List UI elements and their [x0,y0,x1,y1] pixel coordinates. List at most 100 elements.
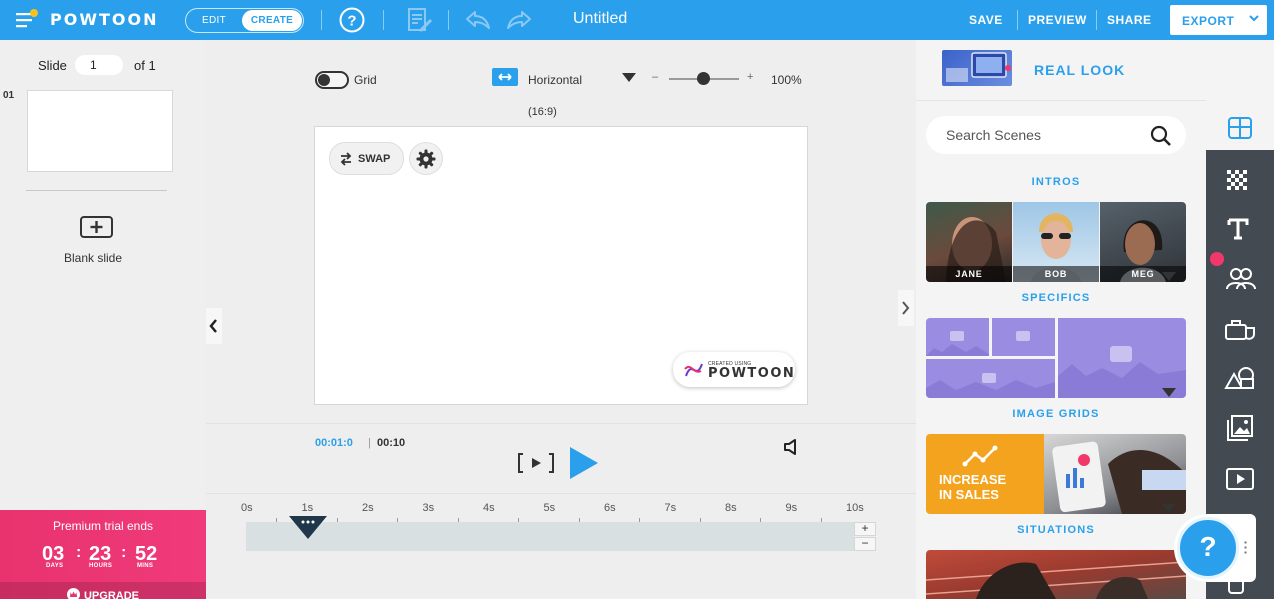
add-slide-icon[interactable] [80,216,113,238]
scene-card-situations[interactable] [926,550,1186,599]
promo-line-1: INCREASE [939,472,1007,487]
characters-icon[interactable] [1225,267,1257,291]
orientation-dropdown-icon[interactable] [622,73,636,83]
timeline-track[interactable] [246,522,854,551]
intro-jane: JANE [926,202,1012,282]
divider [206,493,916,494]
grid-label: Grid [354,73,377,87]
intro-meg: MEG [1100,202,1186,282]
slide-thumbnail[interactable] [27,90,173,172]
timeline-tick-label: 4s [483,502,495,514]
chevron-down-icon[interactable] [1162,272,1176,282]
timeline-tick-label: 10s [846,502,864,514]
timeline-zoom-out[interactable]: − [854,537,876,551]
promo-banner: INCREASE IN SALES [926,434,1044,514]
slide-number-input[interactable]: 1 [75,55,123,75]
total-duration[interactable]: 00:10 [377,437,405,449]
zoom-value: 100% [771,73,802,87]
orientation-icon[interactable] [492,68,518,86]
zoom-out-button[interactable]: – [652,71,658,83]
zoom-in-button[interactable]: + [747,71,753,83]
shapes-icon[interactable] [1224,366,1258,390]
play-scene-icon[interactable] [518,453,554,473]
record-indicator-icon[interactable] [1210,252,1224,266]
slide-count-label: of 1 [134,58,156,73]
upgrade-label: UPGRADE [83,590,139,599]
divider [1096,10,1097,30]
intro-bob: BOB [1013,202,1099,282]
undo-icon[interactable] [465,10,491,30]
trend-icon [962,445,998,467]
toolbar-scenes-tab[interactable] [1206,40,1274,150]
chevron-down-icon[interactable] [1162,504,1176,514]
search-scenes-field[interactable]: Search Scenes [926,116,1186,154]
timeline-zoom-in[interactable]: + [854,522,876,536]
orientation-label[interactable]: Horizontal [528,73,582,87]
upgrade-button[interactable]: UPGRADE [0,582,206,599]
redo-icon[interactable] [506,10,532,30]
chevron-left-icon [209,319,217,333]
chevron-down-icon[interactable] [1162,388,1176,398]
grid-toggle[interactable] [315,71,349,89]
countdown-hours-caption: HOURS [89,563,113,569]
props-icon[interactable] [1224,316,1258,342]
layout-icon[interactable] [1227,116,1253,140]
collapse-left-panel[interactable] [206,308,222,344]
aspect-ratio-label: (16:9) [528,106,557,118]
drag-handle-icon[interactable] [1244,540,1247,556]
countdown-separator: : [121,544,127,561]
search-input[interactable]: Search Scenes [946,127,1041,143]
mode-toggle[interactable]: EDIT CREATE [185,8,304,33]
images-icon[interactable] [1226,414,1254,442]
timeline-tick-label: 9s [785,502,798,514]
badge-logo: POWTOON [708,366,796,381]
volume-icon[interactable] [784,439,800,455]
promo-line-2: IN SALES [939,487,999,502]
scene-card-image-grids[interactable]: INCREASE IN SALES [926,434,1186,514]
mode-create-option[interactable]: CREATE [242,10,302,31]
help-icon[interactable]: ? [339,7,365,33]
divider [321,10,322,30]
slide-stage[interactable]: SWAP CREATED USING POWTOON [314,126,808,405]
scene-settings-button[interactable] [409,142,443,175]
editor-canvas-area: Grid Horizontal – + 100% (16:9) SWAP CRE… [206,40,916,599]
mode-edit-option[interactable]: EDIT [202,15,226,26]
document-title[interactable]: Untitled [573,10,627,28]
style-name[interactable]: REAL LOOK [1034,62,1125,78]
share-button[interactable]: SHARE [1107,13,1152,27]
intro-jane-label: JANE [926,266,1012,282]
intro-bob-label: BOB [1013,266,1099,282]
chevron-down-icon [1249,15,1259,22]
timeline-tick-label: 5s [543,502,556,514]
divider [916,100,1206,101]
preview-button[interactable]: PREVIEW [1028,13,1087,27]
swap-button[interactable]: SWAP [329,142,404,175]
help-chat-button[interactable]: ? [1174,514,1256,582]
style-thumbnail[interactable] [942,50,1012,86]
blank-slide-label[interactable]: Blank slide [64,251,122,265]
help-chat-icon[interactable]: ? [1177,517,1239,579]
placeholder-camera-icons [926,331,1186,398]
category-image-grids: IMAGE GRIDS [1012,408,1100,420]
scene-library-panel: REAL LOOK Search Scenes INTROS JANE BOB … [916,40,1248,599]
trial-countdown: Premium trial ends 03 DAYS : 23 HOURS : … [0,510,206,599]
edit-notes-icon[interactable] [406,7,434,34]
collapse-right-panel[interactable] [898,290,914,326]
slide-index: 01 [3,90,15,101]
video-icon[interactable] [1226,468,1254,490]
background-icon[interactable] [1226,169,1248,191]
powtoon-logo[interactable]: POWTOON [50,10,158,29]
text-icon[interactable] [1226,217,1250,241]
timeline-playhead[interactable] [288,514,328,542]
export-button[interactable]: EXPORT [1170,5,1267,35]
scene-card-intros[interactable]: JANE BOB MEG [926,202,1186,282]
zoom-slider-handle[interactable] [697,72,710,85]
play-icon[interactable] [568,445,600,481]
save-button[interactable]: SAVE [969,13,1003,27]
scene-card-specifics[interactable] [926,318,1186,398]
svg-text:?: ? [347,13,356,30]
menu-icon[interactable] [16,9,38,29]
divider [206,423,916,424]
search-icon[interactable] [1150,125,1172,147]
chevron-right-icon [902,301,910,315]
